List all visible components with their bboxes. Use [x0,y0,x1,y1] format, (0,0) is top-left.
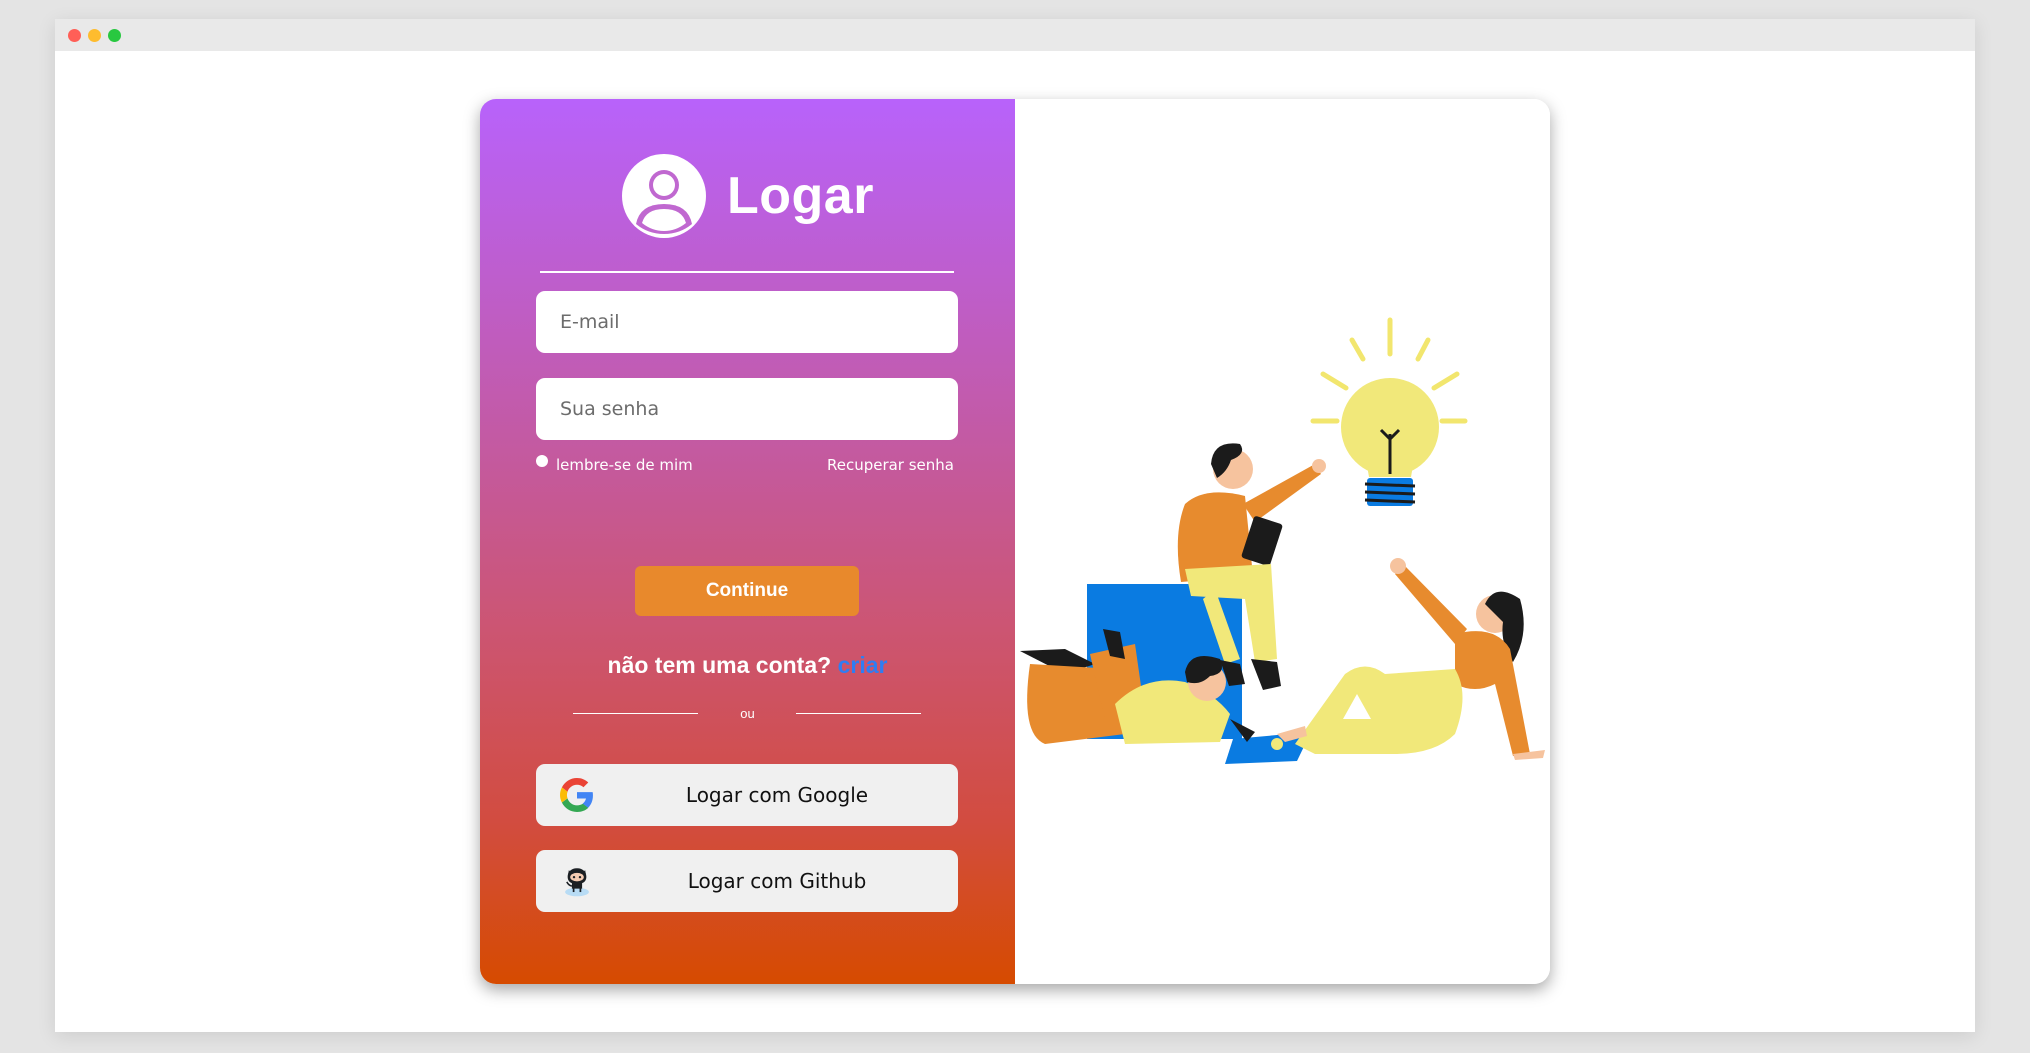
google-login-button[interactable]: Logar com Google [536,764,958,826]
signup-prompt-text: não tem uma conta? [607,652,832,678]
or-separator: ou [480,703,1015,723]
or-line-right [796,713,921,714]
github-login-label: Logar com Github [687,869,867,893]
github-octocat-icon [565,868,589,897]
remember-me-label[interactable]: lembre-se de mim [556,456,693,474]
or-label: ou [740,706,755,721]
recover-password-link[interactable]: Recuperar senha [827,456,954,474]
google-login-label: Logar com Google [685,783,869,807]
continue-button[interactable]: Continue [635,566,859,616]
close-window-button[interactable] [68,29,81,42]
create-account-link[interactable]: criar [838,652,888,678]
team-idea-lightbulb-illustration [1020,317,1545,764]
form-options-row: lembre-se de mim Recuperar senha [536,453,958,475]
login-card: Logar lembre-se de mim Recuperar senha C… [480,99,1550,984]
user-circle-icon [622,154,706,238]
github-login-button[interactable]: Logar com Github [536,850,958,912]
page-title: Logar [727,167,874,225]
email-input[interactable] [536,291,958,353]
minimize-window-button[interactable] [88,29,101,42]
password-input[interactable] [536,378,958,440]
illustration-panel [1015,99,1550,984]
signup-prompt: não tem uma conta? criar [480,652,1015,679]
remember-me-radio[interactable] [536,455,548,467]
header-divider [540,271,954,273]
login-form-panel: Logar lembre-se de mim Recuperar senha C… [480,99,1015,984]
login-header: Logar [480,154,1015,240]
window-titlebar [55,19,1975,51]
maximize-window-button[interactable] [108,29,121,42]
browser-window: Logar lembre-se de mim Recuperar senha C… [55,19,1975,1032]
google-icon [560,778,593,812]
